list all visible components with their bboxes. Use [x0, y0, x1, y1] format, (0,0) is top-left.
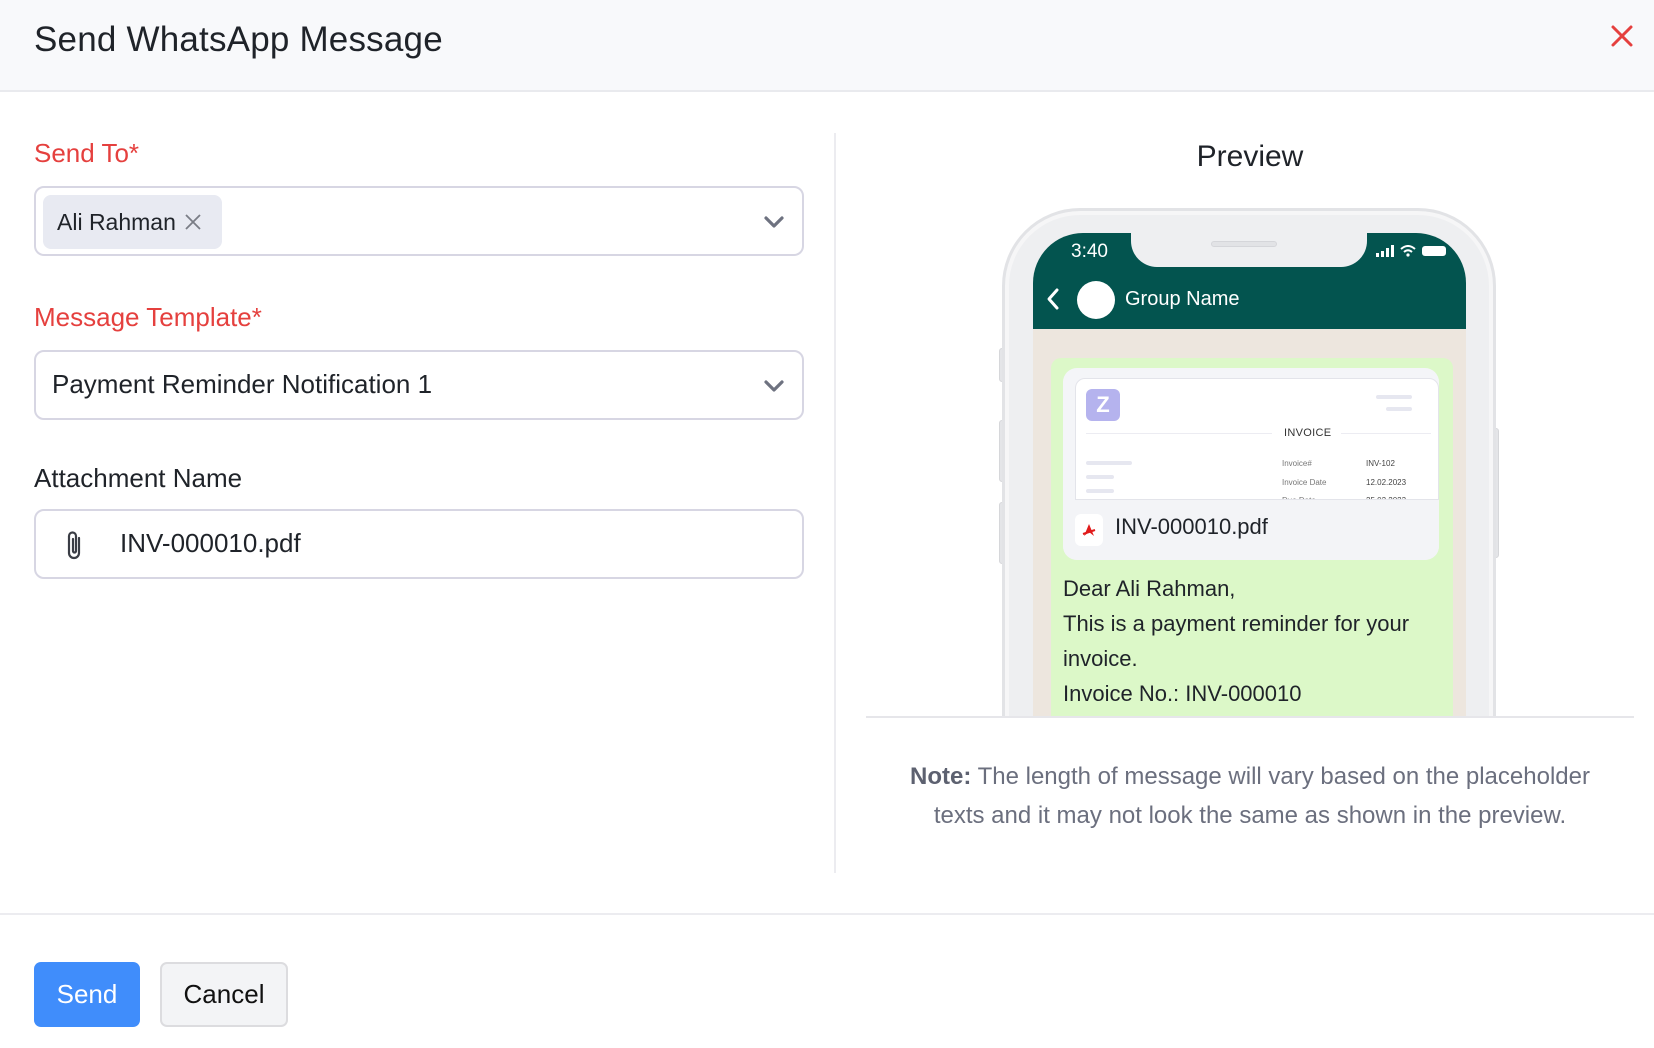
close-button[interactable] — [1608, 22, 1636, 50]
preview-title: Preview — [1196, 140, 1304, 173]
message-bubble: Z INVOICE Invoice# INV-102 Invoice Date … — [1051, 358, 1453, 717]
note-text: The length of message will vary based on… — [933, 763, 1590, 829]
document-card: Z INVOICE Invoice# INV-102 Invoice Date … — [1063, 368, 1439, 560]
attachment-name-label: Attachment Name — [34, 463, 243, 493]
placeholder-line — [1386, 407, 1412, 411]
footer-divider — [0, 913, 1654, 915]
invoice-heading: INVOICE — [1284, 427, 1332, 439]
preview-divider — [866, 716, 1634, 718]
chevron-down-icon[interactable] — [762, 210, 786, 234]
close-icon — [1611, 25, 1633, 47]
recipient-chip-label: Ali Rahman — [57, 208, 176, 235]
group-name: Group Name — [1125, 288, 1240, 310]
chip-remove-icon[interactable] — [182, 211, 204, 233]
phone-speaker — [1211, 241, 1277, 247]
group-avatar — [1077, 281, 1115, 319]
send-to-label: Send To* — [34, 138, 140, 168]
message-template-select[interactable]: Payment Reminder Notification 1 — [34, 350, 804, 420]
modal-header: Send WhatsApp Message — [0, 0, 1654, 92]
battery-icon — [1422, 246, 1446, 256]
signal-icon — [1376, 245, 1394, 257]
modal-title: Send WhatsApp Message — [34, 20, 443, 59]
phone-frame: 3:40 Group Name Z INVOICE Invoice# INV-1… — [1002, 208, 1496, 717]
phone-screen: 3:40 Group Name Z INVOICE Invoice# INV-1… — [1033, 233, 1466, 717]
preview-note: Note: The length of message will vary ba… — [900, 758, 1600, 835]
message-line: Invoice No.: INV-000010 — [1063, 681, 1302, 706]
invoice-thumbnail: Z INVOICE Invoice# INV-102 Invoice Date … — [1075, 378, 1439, 500]
send-button[interactable]: Send — [34, 962, 140, 1027]
chevron-down-icon[interactable] — [762, 374, 786, 398]
phone-preview: 3:40 Group Name Z INVOICE Invoice# INV-1… — [866, 200, 1634, 717]
recipient-chip: Ali Rahman — [43, 195, 222, 249]
pdf-icon — [1075, 514, 1103, 546]
invoice-row-value: INV-102 — [1366, 459, 1395, 468]
placeholder-line — [1086, 461, 1132, 465]
wifi-icon — [1400, 245, 1416, 257]
thumb-divider — [1341, 433, 1431, 434]
cancel-button[interactable]: Cancel — [160, 962, 288, 1027]
message-template-label: Message Template* — [34, 302, 262, 332]
document-info-bar: INV-000010.pdf — [1063, 500, 1439, 560]
paperclip-icon — [64, 529, 86, 561]
invoice-row-key: Invoice# — [1282, 459, 1312, 468]
thumb-divider — [1086, 433, 1272, 434]
send-to-field[interactable]: Ali Rahman — [34, 186, 804, 256]
placeholder-line — [1376, 395, 1412, 399]
invoice-row-value: 12.02.2023 — [1366, 478, 1407, 487]
phone-notch — [1131, 233, 1367, 267]
attachment-name-value: INV-000010.pdf — [120, 528, 301, 558]
status-time: 3:40 — [1071, 241, 1108, 262]
document-name: INV-000010.pdf — [1115, 514, 1268, 539]
status-icons — [1376, 245, 1448, 257]
message-template-value: Payment Reminder Notification 1 — [52, 369, 433, 399]
column-divider — [834, 133, 836, 873]
placeholder-line — [1086, 489, 1114, 493]
invoice-row-key: Invoice Date — [1282, 478, 1327, 487]
message-line: invoice. — [1063, 646, 1138, 671]
back-arrow-icon[interactable] — [1045, 287, 1061, 311]
message-line: Dear Ali Rahman, — [1063, 576, 1236, 601]
message-line: This is a payment reminder for your — [1063, 611, 1410, 636]
zoho-logo-icon: Z — [1086, 389, 1120, 421]
chat-header: 3:40 Group Name — [1033, 233, 1466, 329]
placeholder-line — [1086, 475, 1114, 479]
note-label: Note: — [910, 763, 972, 790]
attachment-name-field[interactable]: INV-000010.pdf — [34, 509, 804, 579]
